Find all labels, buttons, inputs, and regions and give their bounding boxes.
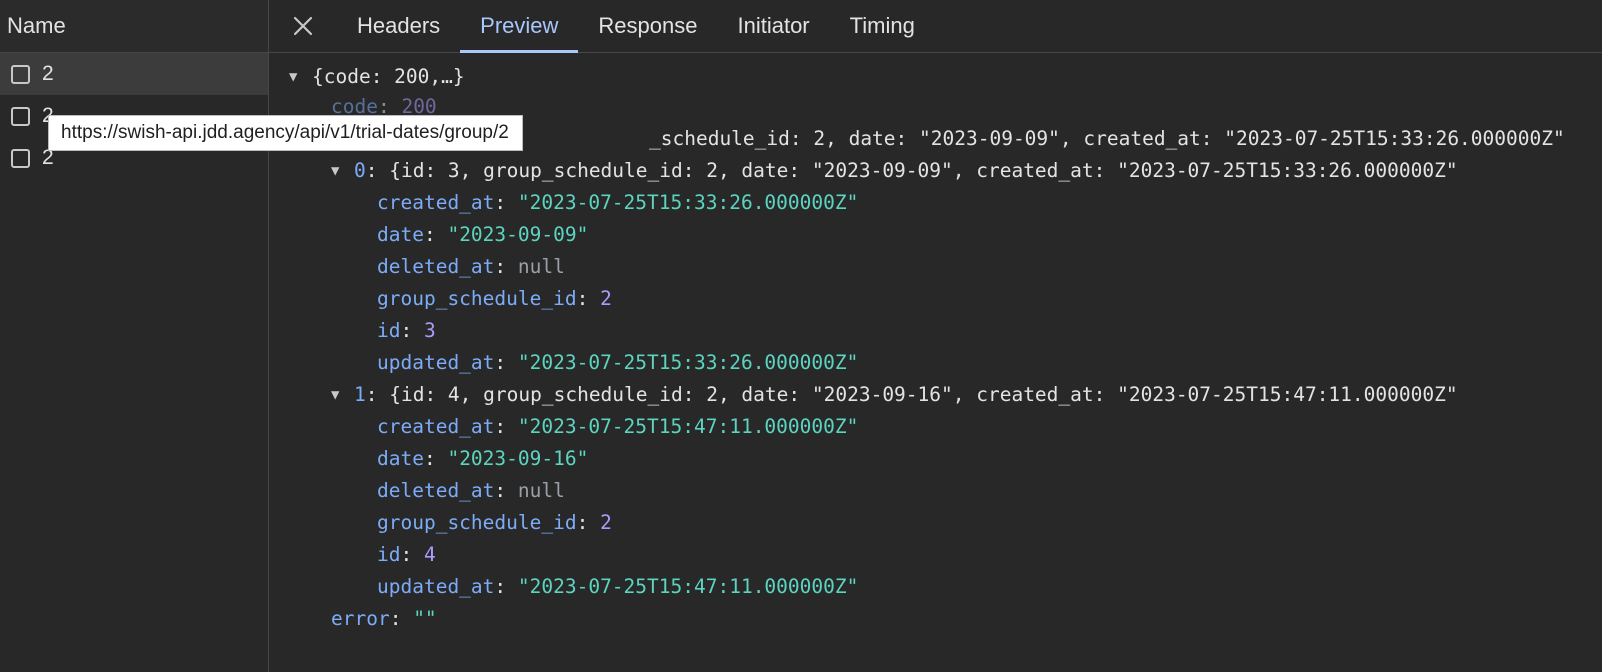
tab-initiator[interactable]: Initiator: [717, 0, 829, 52]
tree-property: updated_at: "2023-07-25T15:33:26.000000Z…: [377, 351, 859, 374]
property-key: deleted_at: [377, 255, 495, 278]
details-tab-bar: Headers Preview Response Initiator Timin…: [269, 0, 1602, 53]
tab-label: Headers: [357, 13, 441, 38]
tooltip-url: https://swish-api.jdd.agency/api/v1/tria…: [61, 122, 509, 143]
tab-timing[interactable]: Timing: [830, 0, 935, 52]
tree-property: created_at: "2023-07-25T15:47:11.000000Z…: [377, 415, 859, 438]
data-summary: _schedule_id: 2, date: "2023-09-09", cre…: [649, 127, 1565, 150]
root-summary: {code: 200,…}: [312, 65, 465, 88]
tree-property: updated_at: "2023-07-25T15:47:11.000000Z…: [377, 575, 859, 598]
close-icon: [293, 16, 313, 36]
property-value: "2023-07-25T15:33:26.000000Z": [517, 191, 859, 214]
array-index: 0: [354, 159, 366, 182]
tab-preview[interactable]: Preview: [460, 0, 579, 53]
request-list-panel: Name 2 2 2: [0, 0, 269, 672]
name-column-header[interactable]: Name: [0, 0, 268, 53]
tab-label: Initiator: [737, 13, 810, 38]
tree-property: created_at: "2023-07-25T15:33:26.000000Z…: [377, 191, 859, 214]
property-value: 2: [600, 287, 612, 310]
tree-property: id: 3: [377, 319, 436, 342]
tab-label: Response: [598, 13, 698, 38]
property-value: "2023-07-25T15:47:11.000000Z": [517, 415, 859, 438]
request-checkbox-icon[interactable]: [11, 64, 30, 84]
property-value: 4: [423, 543, 436, 566]
expand-triangle-icon[interactable]: ▼: [331, 155, 354, 187]
request-checkbox-icon[interactable]: [11, 148, 30, 168]
tree-property-error: error: "": [331, 607, 437, 630]
property-key: created_at: [377, 191, 495, 214]
tree-property: deleted_at: null: [377, 255, 565, 278]
expand-triangle-icon[interactable]: ▼: [289, 61, 312, 93]
property-value: "2023-07-25T15:47:11.000000Z": [517, 575, 859, 598]
property-key: group_schedule_id: [377, 511, 577, 534]
property-key: group_schedule_id: [377, 287, 577, 310]
property-key: id: [377, 319, 401, 342]
request-row[interactable]: 2: [0, 53, 268, 95]
property-value: null: [517, 255, 565, 278]
property-value: "2023-09-09": [447, 223, 589, 246]
tab-label: Preview: [480, 13, 559, 38]
close-button[interactable]: [269, 0, 337, 52]
property-value: "2023-09-16": [447, 447, 589, 470]
tree-property: group_schedule_id: 2: [377, 511, 612, 534]
expand-triangle-icon[interactable]: ▼: [331, 379, 354, 411]
tree-property: group_schedule_id: 2: [377, 287, 612, 310]
tree-property: date: "2023-09-16": [377, 447, 589, 470]
property-value: "2023-07-25T15:33:26.000000Z": [517, 351, 859, 374]
tab-response[interactable]: Response: [578, 0, 717, 52]
property-value: null: [517, 479, 565, 502]
property-value: 3: [423, 319, 436, 342]
tree-property: date: "2023-09-09": [377, 223, 589, 246]
tree-property: id: 4: [377, 543, 436, 566]
item-summary: {id: 4, group_schedule_id: 2, date: "202…: [389, 383, 1458, 406]
property-key: deleted_at: [377, 479, 495, 502]
property-key: error: [331, 607, 390, 630]
tab-headers[interactable]: Headers: [337, 0, 460, 52]
item-summary: {id: 3, group_schedule_id: 2, date: "202…: [389, 159, 1458, 182]
tree-property: deleted_at: null: [377, 479, 565, 502]
request-name: 2: [42, 62, 54, 85]
tree-node-item-0[interactable]: ▼ 0: {id: 3, group_schedule_id: 2, date: …: [331, 155, 1458, 187]
tree-node-data-summary[interactable]: _schedule_id: 2, date: "2023-09-09", cre…: [649, 123, 1565, 155]
array-index: 1: [354, 383, 366, 406]
property-key: created_at: [377, 415, 495, 438]
tab-label: Timing: [849, 13, 915, 38]
property-key: date: [377, 447, 424, 470]
property-value: "": [413, 607, 437, 630]
property-key: updated_at: [377, 351, 495, 374]
property-key: date: [377, 223, 424, 246]
property-key: id: [377, 543, 401, 566]
name-column-label: Name: [7, 13, 66, 38]
request-url-tooltip: https://swish-api.jdd.agency/api/v1/tria…: [48, 115, 523, 151]
tree-node-item-1[interactable]: ▼ 1: {id: 4, group_schedule_id: 2, date: …: [331, 379, 1458, 411]
property-key: updated_at: [377, 575, 495, 598]
request-checkbox-icon[interactable]: [11, 106, 30, 126]
property-value: 2: [600, 511, 612, 534]
tree-node-root[interactable]: ▼ {code: 200,…}: [289, 61, 465, 93]
